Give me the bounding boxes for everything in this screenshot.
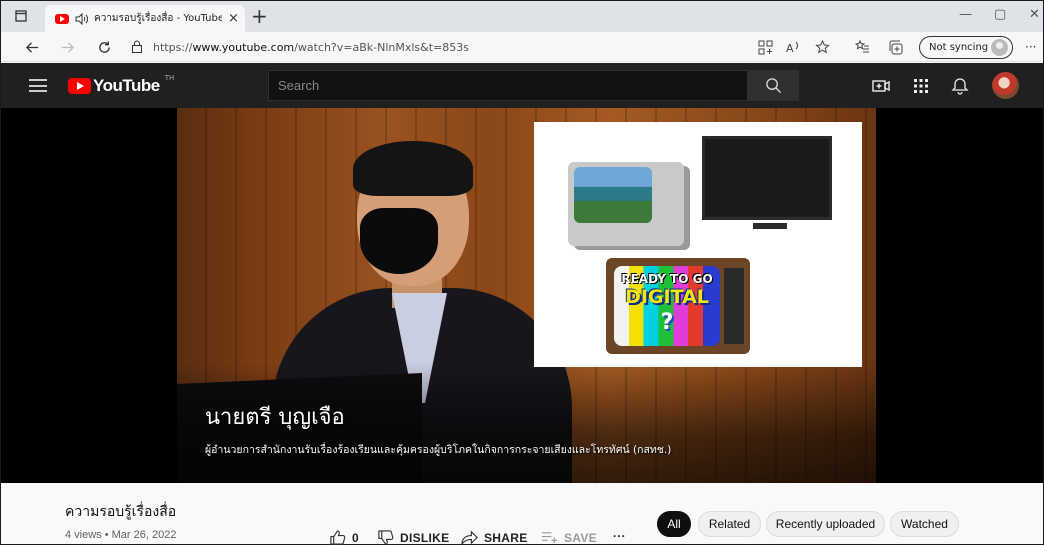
chip-all[interactable]: All <box>657 511 691 537</box>
like-button[interactable]: 0 <box>329 529 359 545</box>
retro-tv-image: READY TO GO DIGITAL ? <box>606 258 750 354</box>
dislike-icon <box>378 530 394 545</box>
refresh-icon[interactable] <box>93 37 115 57</box>
url-field[interactable]: https://www.youtube.com/watch?v=aBk-NlnM… <box>131 37 771 57</box>
close-window-button[interactable]: ✕ <box>1029 7 1040 22</box>
address-bar: https://www.youtube.com/watch?v=aBk-NlnM… <box>1 32 1043 62</box>
minimize-button[interactable]: — <box>959 7 972 22</box>
sync-label: Not syncing <box>929 42 989 53</box>
video-title: ความรอบรู้เรื่องสื่อ <box>65 504 177 520</box>
profile-icon <box>991 39 1008 56</box>
browser-tab-bar: ความรอบรู้เรื่องสื่อ - YouTube × + — ▢ ✕ <box>1 1 1043 32</box>
favorite-icon[interactable] <box>813 38 831 56</box>
tab-close-icon[interactable]: × <box>228 11 239 26</box>
more-actions-button[interactable]: ··· <box>613 529 626 543</box>
read-aloud-icon[interactable]: A <box>784 38 802 56</box>
favorites-bar-icon[interactable] <box>853 38 871 56</box>
chip-watched[interactable]: Watched <box>890 511 959 537</box>
video-meta: 4 views • Mar 26, 2022 <box>65 529 177 541</box>
apps-icon[interactable] <box>756 38 774 56</box>
digital-text: DIGITAL <box>625 286 709 308</box>
browser-tab[interactable]: ความรอบรู้เรื่องสื่อ - YouTube × <box>45 5 245 32</box>
back-icon[interactable] <box>21 37 43 57</box>
speaker-icon[interactable] <box>75 12 89 25</box>
youtube-header: YouTube TH Search <box>1 63 1043 108</box>
youtube-wordmark: YouTube <box>93 76 160 95</box>
hamburger-icon[interactable] <box>29 79 47 92</box>
youtube-logo[interactable]: YouTube TH <box>68 74 175 96</box>
bell-icon[interactable] <box>950 76 970 96</box>
lock-icon[interactable] <box>131 38 143 57</box>
collections-icon[interactable] <box>886 38 904 56</box>
browser-menu-icon[interactable]: ··· <box>1025 40 1036 54</box>
tv-inset-image: READY TO GO DIGITAL ? <box>534 122 862 367</box>
more-actions-icon: ··· <box>613 529 626 543</box>
save-button[interactable]: SAVE <box>541 529 597 545</box>
tab-title: ความรอบรู้เรื่องสื่อ - YouTube <box>94 13 222 24</box>
like-icon <box>330 530 346 545</box>
share-label: SHARE <box>484 530 528 545</box>
chip-recently-uploaded[interactable]: Recently uploaded <box>766 511 885 537</box>
country-code: TH <box>164 74 175 82</box>
crt-tv-image <box>568 162 684 246</box>
video-frame[interactable]: READY TO GO DIGITAL ? นายตรี บุญเจือ ผู้… <box>177 108 876 483</box>
share-icon <box>461 530 478 545</box>
dislike-button[interactable]: DISLIKE <box>377 529 449 545</box>
create-icon[interactable] <box>871 76 891 96</box>
youtube-play-icon <box>68 78 91 94</box>
flat-tv-image <box>702 136 832 229</box>
url-text: https://www.youtube.com/watch?v=aBk-NlnM… <box>153 40 470 54</box>
caption-name: นายตรี บุญเจือ <box>205 405 345 430</box>
search-input[interactable]: Search <box>268 70 748 101</box>
svg-text:A: A <box>786 42 794 55</box>
youtube-favicon <box>55 13 69 24</box>
dislike-label: DISLIKE <box>400 530 450 545</box>
profile-sync-button[interactable]: Not syncing <box>919 36 1013 59</box>
forward-icon[interactable] <box>56 37 78 57</box>
like-count: 0 <box>352 530 359 545</box>
save-icon <box>541 532 558 544</box>
tab-actions-icon[interactable] <box>11 7 31 25</box>
caption-role: ผู้อำนวยการสำนักงานรับเรื่องร้องเรียนและ… <box>205 444 672 456</box>
restore-button[interactable]: ▢ <box>994 7 1006 22</box>
share-button[interactable]: SHARE <box>461 529 528 545</box>
question-mark-text: ? <box>660 310 674 335</box>
apps-grid-icon[interactable] <box>911 76 931 96</box>
search-button[interactable] <box>747 70 799 101</box>
new-tab-button[interactable]: + <box>251 5 268 27</box>
user-avatar[interactable] <box>992 72 1019 99</box>
video-player[interactable]: READY TO GO DIGITAL ? นายตรี บุญเจือ ผู้… <box>1 108 1043 483</box>
search-icon <box>765 78 781 94</box>
save-label: SAVE <box>564 530 597 545</box>
presenter-mask <box>360 208 438 274</box>
chip-related[interactable]: Related <box>698 511 761 537</box>
ready-to-go-text: READY TO GO <box>621 272 713 286</box>
